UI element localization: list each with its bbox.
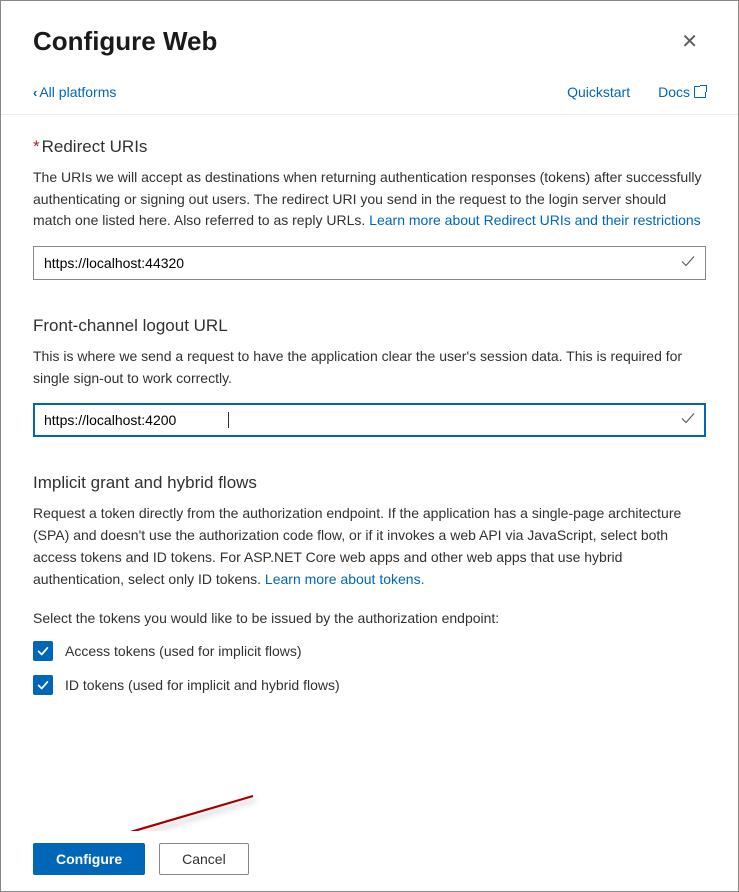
id-tokens-checkbox-row[interactable]: ID tokens (used for implicit and hybrid …	[33, 675, 706, 695]
logout-url-input[interactable]	[33, 403, 706, 437]
nav-row: ‹ All platforms Quickstart Docs	[1, 78, 738, 115]
access-tokens-checkbox-row[interactable]: Access tokens (used for implicit flows)	[33, 641, 706, 661]
redirect-uri-input-wrap	[33, 246, 706, 280]
back-link[interactable]: ‹ All platforms	[33, 84, 116, 100]
logout-url-title: Front-channel logout URL	[33, 316, 706, 336]
configure-button[interactable]: Configure	[33, 843, 145, 875]
redirect-uris-title: *Redirect URIs	[33, 137, 706, 157]
close-icon[interactable]: ✕	[673, 25, 706, 58]
external-link-icon	[694, 86, 706, 98]
back-link-label: All platforms	[39, 84, 116, 100]
tokens-learn-more-link[interactable]: Learn more about tokens.	[265, 571, 425, 587]
token-select-prompt: Select the tokens you would like to be i…	[33, 608, 706, 629]
nav-right-links: Quickstart Docs	[567, 84, 706, 100]
logout-url-desc: This is where we send a request to have …	[33, 346, 706, 389]
redirect-uris-desc: The URIs we will accept as destinations …	[33, 167, 706, 232]
content-area: *Redirect URIs The URIs we will accept a…	[1, 115, 738, 695]
footer-actions: Configure Cancel	[1, 831, 738, 891]
docs-link[interactable]: Docs	[658, 84, 706, 100]
quickstart-link[interactable]: Quickstart	[567, 84, 630, 100]
panel-title: Configure Web	[33, 26, 217, 57]
checkbox-checked-icon	[33, 641, 53, 661]
logout-url-input-wrap	[33, 403, 706, 437]
implicit-grant-title: Implicit grant and hybrid flows	[33, 473, 706, 493]
check-icon	[680, 411, 696, 430]
chevron-left-icon: ‹	[33, 85, 37, 100]
redirect-uris-section: *Redirect URIs The URIs we will accept a…	[33, 137, 706, 280]
id-tokens-label: ID tokens (used for implicit and hybrid …	[65, 677, 340, 693]
cancel-button[interactable]: Cancel	[159, 843, 249, 875]
redirect-uris-learn-more-link[interactable]: Learn more about Redirect URIs and their…	[369, 212, 700, 228]
required-asterisk: *	[33, 137, 40, 156]
logout-url-section: Front-channel logout URL This is where w…	[33, 316, 706, 437]
access-tokens-label: Access tokens (used for implicit flows)	[65, 643, 302, 659]
text-cursor	[228, 412, 229, 428]
redirect-uri-input[interactable]	[33, 246, 706, 280]
check-icon	[680, 254, 696, 273]
implicit-grant-section: Implicit grant and hybrid flows Request …	[33, 473, 706, 695]
implicit-grant-desc: Request a token directly from the author…	[33, 503, 706, 590]
checkbox-checked-icon	[33, 675, 53, 695]
panel-header: Configure Web ✕	[1, 1, 738, 78]
